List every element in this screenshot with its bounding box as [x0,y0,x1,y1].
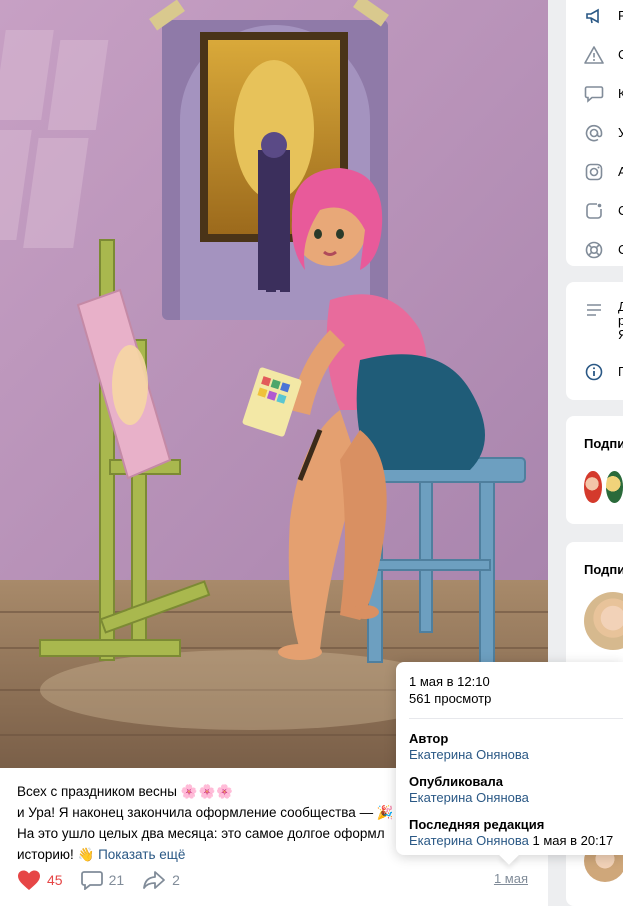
tooltip-divider [409,718,623,719]
post-date-link[interactable]: 1 мая [494,871,528,886]
subscriptions-title[interactable]: Подпи [566,416,623,451]
menu-item-3[interactable]: У [566,113,623,152]
description-text: Д р Я [618,300,623,342]
subscriptions-avatars [566,451,623,503]
description-line-2: р [618,313,623,328]
subscribers-title[interactable]: Подпи [566,542,623,577]
comment-icon [80,871,103,890]
description-line-1: Д [618,299,623,314]
menu-item-6[interactable]: С [566,230,623,266]
editor-link[interactable]: Екатерина Онянова [409,833,529,848]
author-label: Автор [409,731,449,746]
menu-item-5[interactable]: С [566,191,623,230]
menu-item-2[interactable]: К [566,74,623,113]
post-info-tooltip: 1 мая в 12:10 561 просмотр Автор Екатери… [396,662,623,865]
info-icon [585,363,603,380]
menu-item-4[interactable]: А [566,152,623,191]
community-menu: Р С К У А С С [566,0,623,266]
author-group: Автор Екатерина Онянова [409,731,610,763]
published-label: Опубликовала [409,774,503,789]
menu-label-4: А [618,164,623,179]
clip-icon [586,202,602,219]
vk-page: Всех с праздником весны 🌸🌸🌸 и Ура! Я нак… [0,0,623,906]
menu-label-2: К [618,86,623,101]
heart-icon [18,870,40,890]
wave-emoji: 👋 [77,847,95,862]
comment-icon [584,85,604,103]
menu-label-5: С [618,203,623,218]
publisher-link[interactable]: Екатерина Онянова [409,790,610,806]
publisher-group: Опубликовала Екатерина Онянова [409,774,610,806]
text-lines-icon [587,304,601,316]
flowers-emoji: 🌸🌸🌸 [180,784,235,799]
share-icon [143,871,166,889]
comment-count: 21 [108,872,125,888]
more-info-button[interactable]: П [566,352,623,391]
menu-label-0: Р [618,8,623,23]
author-link[interactable]: Екатерина Онянова [409,747,610,763]
post-actions: 45 21 2 1 мая [17,868,532,892]
community-info: Д р Я П [566,282,623,400]
menu-label-3: У [618,125,623,140]
last-edit-label: Последняя редакция [409,817,545,832]
show-more-link[interactable]: Показать ещё [98,847,185,862]
post-views: 561 просмотр [409,691,492,706]
menu-item-1[interactable]: С [566,35,623,74]
comment-button[interactable]: 21 [80,870,125,890]
megaphone-icon [586,8,599,23]
menu-item-0[interactable]: Р [566,0,623,35]
post-text-story: историю! [17,847,78,862]
description-line-3: Я [618,327,623,342]
avatar[interactable] [605,471,623,503]
menu-label-1: С [618,47,623,62]
share-count: 2 [172,872,180,888]
warning-icon [584,45,604,64]
post-text-greeting: Всех с праздником весны [17,784,181,799]
menu-label-6: С [618,242,623,257]
avatar[interactable] [584,471,602,503]
like-count: 45 [47,872,63,888]
more-info-label: П [618,364,623,379]
description-row: Д р Я [566,282,623,342]
subscriptions-block: Подпи [566,416,623,524]
post-datetime: 1 мая в 12:10 [409,674,490,689]
at-icon [585,124,603,141]
lifebuoy-icon [585,241,603,258]
edit-group: Последняя редакция Екатерина Онянова 1 м… [409,817,614,849]
share-button[interactable]: 2 [142,870,180,890]
edit-time: 1 мая в 20:17 [528,833,614,848]
like-button[interactable]: 45 [17,869,63,891]
instagram-icon [585,163,603,180]
post-illustration[interactable] [0,0,548,768]
avatar[interactable] [584,592,623,650]
